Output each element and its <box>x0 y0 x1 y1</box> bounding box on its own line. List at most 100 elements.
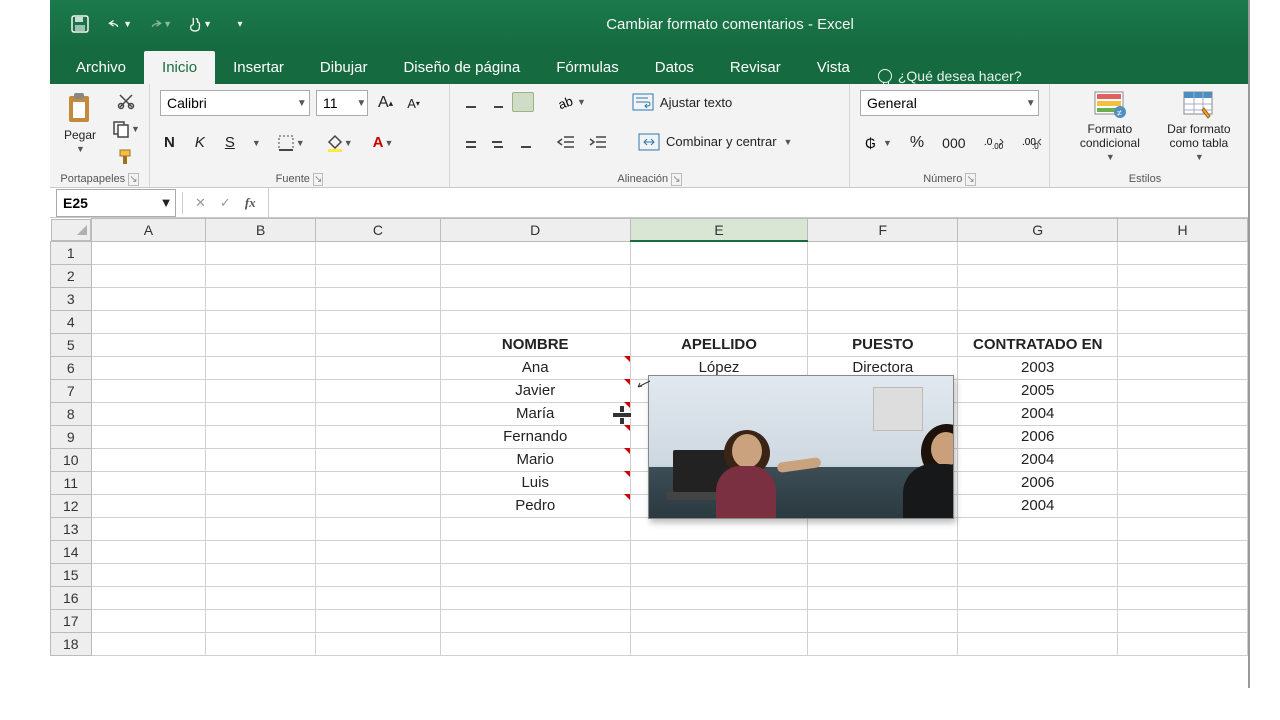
indent-decrease-icon[interactable] <box>552 131 580 153</box>
cell-H8[interactable] <box>1118 402 1248 425</box>
cell-F1[interactable] <box>808 241 958 264</box>
bold-button[interactable]: N <box>160 132 179 153</box>
shrink-font-icon[interactable]: A▾ <box>403 94 424 113</box>
cell-F18[interactable] <box>808 632 958 655</box>
col-header-F[interactable]: F <box>808 219 958 242</box>
cell-D4[interactable] <box>440 310 630 333</box>
cell-B11[interactable] <box>206 471 316 494</box>
align-middle-icon[interactable] <box>486 92 508 112</box>
cell-C11[interactable] <box>316 471 441 494</box>
format-painter-icon[interactable] <box>108 146 144 168</box>
col-header-A[interactable]: A <box>91 219 206 242</box>
cell-A11[interactable] <box>91 471 206 494</box>
col-header-C[interactable]: C <box>316 219 441 242</box>
increase-decimal-icon[interactable]: .0.00 <box>980 133 1008 153</box>
cell-G2[interactable] <box>958 264 1118 287</box>
row-header-18[interactable]: 18 <box>51 632 92 655</box>
col-header-E[interactable]: E <box>630 219 808 242</box>
cell-C14[interactable] <box>316 540 441 563</box>
cell-A6[interactable] <box>91 356 206 379</box>
cell-D3[interactable] <box>440 287 630 310</box>
cell-A5[interactable] <box>91 333 206 356</box>
tab-dibujar[interactable]: Dibujar <box>302 51 386 84</box>
cell-G1[interactable] <box>958 241 1118 264</box>
save-icon[interactable] <box>68 12 92 36</box>
paste-button[interactable]: Pegar ▼ <box>60 90 100 156</box>
cell-H5[interactable] <box>1118 333 1248 356</box>
orientation-icon[interactable]: ab▼ <box>552 90 590 114</box>
qat-customize-icon[interactable]: ▾ <box>228 12 252 36</box>
clipboard-launcher[interactable]: ↘ <box>128 173 138 186</box>
cell-E1[interactable] <box>630 241 808 264</box>
cell-A12[interactable] <box>91 494 206 517</box>
cell-A9[interactable] <box>91 425 206 448</box>
cell-B17[interactable] <box>206 609 316 632</box>
cell-H1[interactable] <box>1118 241 1248 264</box>
cell-C3[interactable] <box>316 287 441 310</box>
worksheet-grid[interactable]: ABCDEFGH12345NOMBREAPELLIDOPUESTOCONTRAT… <box>50 218 1248 656</box>
indent-increase-icon[interactable] <box>584 131 612 153</box>
cell-B9[interactable] <box>206 425 316 448</box>
cell-G7[interactable]: 2005 <box>958 379 1118 402</box>
currency-icon[interactable]: ₲▼ <box>860 132 896 154</box>
cell-G3[interactable] <box>958 287 1118 310</box>
cell-B2[interactable] <box>206 264 316 287</box>
borders-icon[interactable]: ▼ <box>273 132 309 154</box>
cell-D1[interactable] <box>440 241 630 264</box>
cell-C15[interactable] <box>316 563 441 586</box>
cell-E17[interactable] <box>630 609 808 632</box>
align-right-icon[interactable] <box>512 132 534 152</box>
cell-C1[interactable] <box>316 241 441 264</box>
row-header-12[interactable]: 12 <box>51 494 92 517</box>
cell-H6[interactable] <box>1118 356 1248 379</box>
decrease-decimal-icon[interactable]: .00.0 <box>1018 133 1046 153</box>
cell-B4[interactable] <box>206 310 316 333</box>
cell-E4[interactable] <box>630 310 808 333</box>
tab-vista[interactable]: Vista <box>799 51 868 84</box>
italic-button[interactable]: K <box>191 132 209 153</box>
cell-G17[interactable] <box>958 609 1118 632</box>
thousands-icon[interactable]: 000 <box>938 133 969 153</box>
number-launcher[interactable]: ↘ <box>965 173 975 186</box>
cell-C7[interactable] <box>316 379 441 402</box>
tab-revisar[interactable]: Revisar <box>712 51 799 84</box>
row-header-11[interactable]: 11 <box>51 471 92 494</box>
cell-H11[interactable] <box>1118 471 1248 494</box>
tab-diseno[interactable]: Diseño de página <box>385 51 538 84</box>
cell-G10[interactable]: 2004 <box>958 448 1118 471</box>
cell-A18[interactable] <box>91 632 206 655</box>
cell-B16[interactable] <box>206 586 316 609</box>
cell-A4[interactable] <box>91 310 206 333</box>
cell-G12[interactable]: 2004 <box>958 494 1118 517</box>
format-table-button[interactable]: Dar formato como tabla▼ <box>1168 88 1230 164</box>
cell-B18[interactable] <box>206 632 316 655</box>
formula-input[interactable] <box>268 188 1248 217</box>
cell-D11[interactable]: Luis <box>440 471 630 494</box>
tab-formulas[interactable]: Fórmulas <box>538 51 637 84</box>
fill-color-icon[interactable]: ▼ <box>321 132 357 154</box>
cell-C2[interactable] <box>316 264 441 287</box>
cell-B7[interactable] <box>206 379 316 402</box>
cell-H14[interactable] <box>1118 540 1248 563</box>
cell-E16[interactable] <box>630 586 808 609</box>
wrap-text-button[interactable]: Ajustar texto <box>628 91 736 113</box>
cell-D16[interactable] <box>440 586 630 609</box>
cell-D15[interactable] <box>440 563 630 586</box>
row-header-5[interactable]: 5 <box>51 333 92 356</box>
cell-G6[interactable]: 2003 <box>958 356 1118 379</box>
undo-icon[interactable]: ▼ <box>108 12 132 36</box>
cell-G4[interactable] <box>958 310 1118 333</box>
cell-H3[interactable] <box>1118 287 1248 310</box>
row-header-6[interactable]: 6 <box>51 356 92 379</box>
comment-popup[interactable] <box>648 375 954 519</box>
cell-G13[interactable] <box>958 517 1118 540</box>
cell-C8[interactable] <box>316 402 441 425</box>
cell-B13[interactable] <box>206 517 316 540</box>
tab-insertar[interactable]: Insertar <box>215 51 302 84</box>
cell-B3[interactable] <box>206 287 316 310</box>
cell-D12[interactable]: Pedro <box>440 494 630 517</box>
cell-C4[interactable] <box>316 310 441 333</box>
cell-E5[interactable]: APELLIDO <box>630 333 808 356</box>
cell-G9[interactable]: 2006 <box>958 425 1118 448</box>
col-header-D[interactable]: D <box>440 219 630 242</box>
